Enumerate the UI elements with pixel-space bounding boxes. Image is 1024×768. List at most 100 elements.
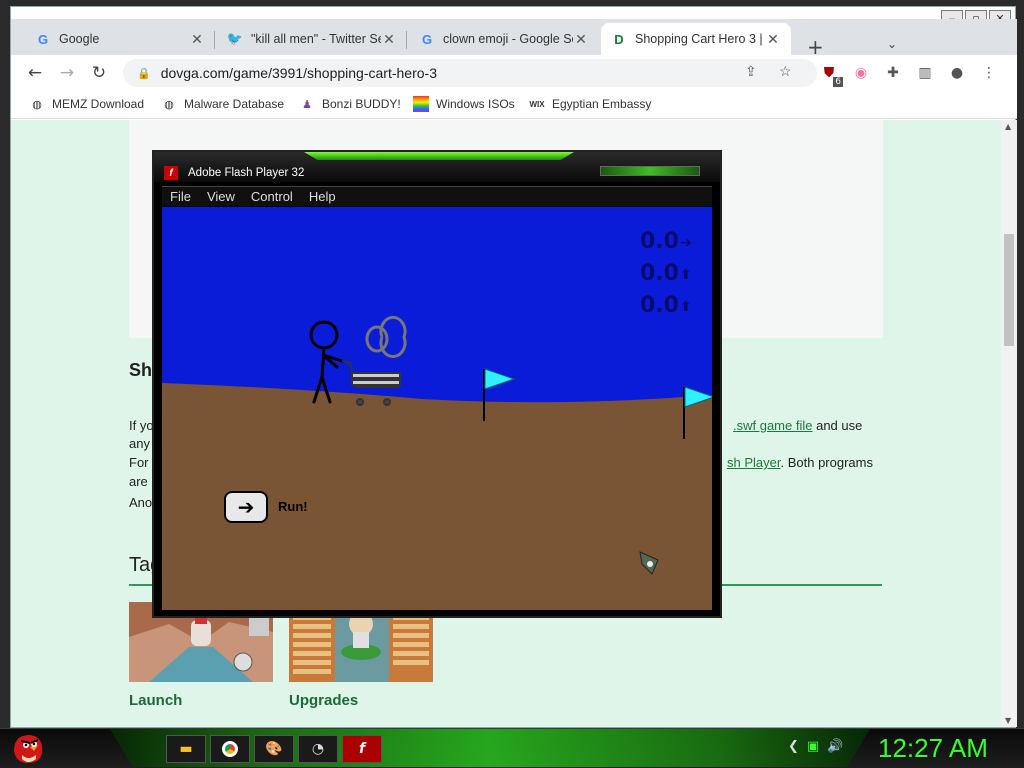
page-scrollbar[interactable]: ▲ ▼ bbox=[1001, 120, 1017, 727]
game-canvas[interactable]: 0.0 ➔ 0.0 ⬆ 0.0 ⬆ ➔ Run! bbox=[162, 207, 712, 610]
paragraph-fragment: For bbox=[129, 455, 149, 470]
file-explorer-icon[interactable]: ▬ bbox=[166, 735, 206, 763]
share-icon[interactable]: ⇪ bbox=[745, 63, 757, 80]
paragraph-fragment: any bbox=[129, 436, 150, 451]
tab-divider bbox=[214, 31, 215, 49]
paragraph-fragment: are bbox=[129, 474, 148, 489]
tab-shopping-cart-hero[interactable]: D Shopping Cart Hero 3 | ✕ bbox=[601, 23, 791, 55]
profile-avatar-icon[interactable]: ● bbox=[947, 63, 967, 83]
up-arrow-icon: ⬆ bbox=[680, 267, 692, 283]
tab-close-icon[interactable]: ✕ bbox=[765, 31, 781, 48]
address-bar[interactable]: 🔒 dovga.com/game/3991/shopping-cart-hero… bbox=[123, 59, 817, 87]
scrollbar-thumb[interactable] bbox=[1004, 234, 1014, 346]
rainbow-icon bbox=[413, 96, 429, 112]
chrome-taskbar-icon[interactable] bbox=[210, 735, 250, 763]
flash-title: f Adobe Flash Player 32 bbox=[164, 166, 304, 180]
menu-control[interactable]: Control bbox=[251, 189, 293, 204]
tab-title: "kill all men" - Twitter Se bbox=[251, 32, 381, 46]
start-angry-bird-icon[interactable] bbox=[10, 731, 46, 765]
tab-close-icon[interactable]: ✕ bbox=[381, 31, 397, 48]
bonzi-app-icon[interactable]: ◔ bbox=[298, 735, 338, 763]
tab-twitter[interactable]: 🐦 "kill all men" - Twitter Se ✕ bbox=[217, 23, 407, 55]
tab-divider bbox=[406, 31, 407, 49]
desktop: ‒ ▫ ✕ G Google ✕ 🐦 "kill all men" - Twit… bbox=[0, 0, 1024, 768]
score-distance: 0.0 bbox=[640, 229, 679, 254]
paragraph-fragment: Ano bbox=[129, 495, 153, 510]
tab-clown-emoji[interactable]: G clown emoji - Google Se ✕ bbox=[409, 23, 599, 55]
paragraph-text: . Both programs bbox=[780, 455, 873, 470]
flash-menubar: File View Control Help bbox=[162, 186, 712, 206]
score-air: 0.0 bbox=[640, 293, 679, 318]
tab-google[interactable]: G Google ✕ bbox=[25, 23, 215, 55]
flash-titlebar[interactable]: f Adobe Flash Player 32 bbox=[154, 152, 720, 182]
volume-icon[interactable]: 🔊 bbox=[827, 739, 843, 754]
reload-icon[interactable]: ↻ bbox=[87, 61, 111, 85]
tab-title: clown emoji - Google Se bbox=[443, 32, 573, 46]
flash-window-title: Adobe Flash Player 32 bbox=[188, 167, 305, 179]
score-height: 0.0 bbox=[640, 261, 679, 286]
bookmark-star-icon[interactable]: ☆ bbox=[779, 63, 792, 80]
dovga-icon: D bbox=[614, 31, 624, 47]
paint-icon[interactable]: 🎨 bbox=[254, 735, 294, 763]
globe-icon: ◍ bbox=[32, 98, 42, 111]
flash-logo-icon: f bbox=[164, 166, 178, 180]
network-icon[interactable]: ▣ bbox=[807, 739, 819, 754]
side-panel-icon[interactable]: ▥ bbox=[915, 63, 935, 83]
google-icon: G bbox=[37, 31, 49, 47]
bookmark-bonzi[interactable]: ♟ Bonzi BUDDY! bbox=[299, 96, 401, 112]
paragraph-fragment: If yo bbox=[129, 418, 154, 433]
toolbar: ← → ↻ 🔒 dovga.com/game/3991/shopping-car… bbox=[11, 55, 1017, 91]
scroll-up-arrow-icon[interactable]: ▲ bbox=[1005, 122, 1011, 131]
flash-player-window[interactable]: f Adobe Flash Player 32 File View Contro… bbox=[152, 150, 722, 618]
flash-taskbar-icon[interactable]: f bbox=[342, 735, 382, 763]
trans-flag-extension-icon[interactable]: ◉ bbox=[851, 63, 871, 83]
flash-player-link[interactable]: sh Player bbox=[727, 455, 780, 470]
bookmark-memz[interactable]: ◍ MEMZ Download bbox=[29, 96, 144, 112]
system-tray: ❮ ▣ 🔊 bbox=[788, 739, 843, 754]
taskbar-clock[interactable]: 12:27 AM bbox=[878, 733, 988, 764]
tray-expand-icon[interactable]: ❮ bbox=[788, 739, 799, 754]
wix-icon: WIX bbox=[529, 99, 545, 109]
paragraph-fragment: .swf game file and use bbox=[733, 418, 862, 433]
tab-title: Shopping Cart Hero 3 | bbox=[635, 32, 763, 46]
bookmark-label: Malware Database bbox=[184, 97, 285, 111]
menu-view[interactable]: View bbox=[207, 189, 235, 204]
upgrades-tile-label[interactable]: Upgrades bbox=[289, 692, 358, 709]
extensions-puzzle-icon[interactable]: ✚ bbox=[883, 63, 903, 83]
back-arrow-icon[interactable]: ← bbox=[23, 61, 47, 85]
right-arrow-icon: ➔ bbox=[680, 235, 692, 251]
twitter-icon: 🐦 bbox=[226, 31, 244, 46]
menu-help[interactable]: Help bbox=[309, 189, 336, 204]
launch-tile-label[interactable]: Launch bbox=[129, 692, 182, 709]
bookmark-egyptian-embassy[interactable]: WIX Egyptian Embassy bbox=[529, 96, 651, 112]
tab-search-chevron-icon[interactable]: ⌄ bbox=[887, 37, 897, 51]
paragraph-fragment: sh Player. Both programs bbox=[727, 455, 873, 470]
tab-title: Google bbox=[59, 32, 100, 46]
ublock-extension-icon[interactable]: ⛊ 6 bbox=[819, 63, 843, 87]
tab-close-icon[interactable]: ✕ bbox=[573, 31, 589, 48]
titlebar-glow bbox=[304, 152, 574, 160]
globe-icon: ◍ bbox=[164, 98, 174, 111]
kebab-menu-icon[interactable]: ⋮ bbox=[979, 63, 999, 83]
bookmark-windows-isos[interactable]: Windows ISOs bbox=[413, 96, 515, 112]
run-arrow-icon: ➔ bbox=[237, 495, 255, 519]
swf-file-link[interactable]: .swf game file bbox=[733, 418, 812, 433]
tab-strip: G Google ✕ 🐦 "kill all men" - Twitter Se… bbox=[11, 19, 1017, 59]
bonzi-icon: ♟ bbox=[302, 98, 312, 111]
run-label[interactable]: Run! bbox=[278, 499, 308, 514]
bookmark-label: Bonzi BUDDY! bbox=[322, 97, 401, 111]
titlebar-controls[interactable] bbox=[600, 166, 700, 176]
game-scene bbox=[162, 207, 712, 610]
scroll-down-arrow-icon[interactable]: ▼ bbox=[1005, 716, 1011, 725]
run-button[interactable]: ➔ bbox=[224, 491, 268, 523]
bookmark-malware-db[interactable]: ◍ Malware Database bbox=[161, 96, 284, 112]
lock-icon: 🔒 bbox=[137, 67, 151, 80]
taskbar: ▬ 🎨 ◔ f ❮ ▣ 🔊 12:27 AM bbox=[0, 728, 1024, 768]
paragraph-text: and use bbox=[812, 418, 863, 433]
forward-arrow-icon[interactable]: → bbox=[55, 61, 79, 85]
up-arrow-icon: ⬆ bbox=[680, 299, 692, 315]
tab-close-icon[interactable]: ✕ bbox=[189, 31, 205, 48]
url-text: dovga.com/game/3991/shopping-cart-hero-3 bbox=[160, 65, 437, 81]
extension-badge: 6 bbox=[833, 77, 843, 87]
menu-file[interactable]: File bbox=[170, 189, 191, 204]
